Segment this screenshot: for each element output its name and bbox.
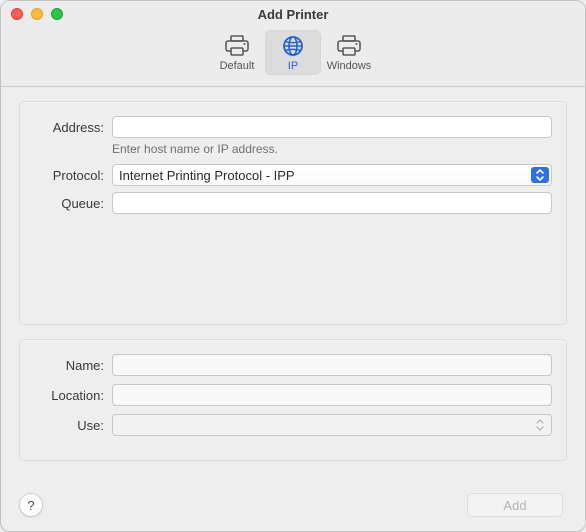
address-row: Address: (20, 102, 566, 138)
add-button-label: Add (503, 498, 526, 513)
minimize-icon[interactable] (31, 8, 43, 20)
tab-ip[interactable]: IP (265, 30, 321, 75)
use-row: Use: (20, 414, 566, 436)
zoom-icon[interactable] (51, 8, 63, 20)
help-icon: ? (27, 498, 34, 513)
queue-label: Queue: (32, 196, 104, 211)
footer: ? Add (1, 481, 585, 531)
add-button[interactable]: Add (467, 493, 563, 517)
name-row: Name: (20, 340, 566, 376)
queue-row: Queue: (20, 192, 566, 214)
window-title: Add Printer (258, 7, 329, 22)
content-area: Address: Enter host name or IP address. … (1, 87, 585, 531)
use-label: Use: (32, 418, 104, 433)
protocol-select[interactable]: Internet Printing Protocol - IPP (112, 164, 552, 186)
toolbar: Default IP (1, 27, 585, 87)
chevron-up-down-icon (531, 167, 549, 183)
close-icon[interactable] (11, 8, 23, 20)
printer-icon (335, 34, 363, 58)
printer-info-panel: Name: Location: Use: (19, 339, 567, 461)
name-label: Name: (32, 358, 104, 373)
location-row: Location: (20, 384, 566, 406)
tab-label: Default (220, 60, 255, 72)
use-select[interactable] (112, 414, 552, 436)
window-controls (11, 8, 63, 20)
titlebar: Add Printer (1, 1, 585, 27)
location-input[interactable] (112, 384, 552, 406)
tab-windows[interactable]: Windows (321, 30, 377, 75)
help-button[interactable]: ? (19, 493, 43, 517)
address-label: Address: (32, 120, 104, 135)
printer-icon (223, 34, 251, 58)
tab-group: Default IP (209, 30, 377, 75)
globe-icon (279, 34, 307, 58)
protocol-label: Protocol: (32, 168, 104, 183)
chevron-up-down-icon (533, 417, 547, 433)
protocol-value: Internet Printing Protocol - IPP (119, 168, 529, 183)
location-label: Location: (32, 388, 104, 403)
name-input[interactable] (112, 354, 552, 376)
queue-input[interactable] (112, 192, 552, 214)
tab-label: IP (288, 60, 298, 72)
connection-panel: Address: Enter host name or IP address. … (19, 101, 567, 325)
tab-default[interactable]: Default (209, 30, 265, 75)
address-input[interactable] (112, 116, 552, 138)
protocol-row: Protocol: Internet Printing Protocol - I… (20, 164, 566, 186)
address-hint: Enter host name or IP address. (20, 142, 566, 156)
tab-label: Windows (327, 60, 372, 72)
add-printer-window: Add Printer Default (0, 0, 586, 532)
